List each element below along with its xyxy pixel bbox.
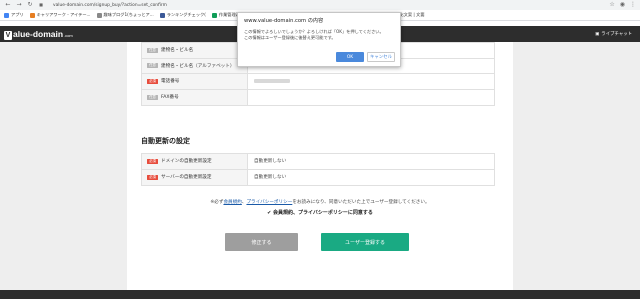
confirm-dialog: www.value-domain.com の内容 この情報でよろしいでしょうか？…: [237, 12, 401, 67]
bookmark-label: キャリアワーク - アイテー...: [36, 12, 91, 17]
renewal-section-title: 自動更新の設定: [141, 137, 190, 145]
dialog-ok-button[interactable]: OK: [336, 52, 364, 62]
dialog-title: www.value-domain.com の内容: [244, 18, 324, 24]
row-value-cell: 自動更新しない: [248, 170, 494, 186]
logo-suffix: .com: [64, 33, 73, 38]
row-label-cell: 任意 FAX番号: [142, 89, 248, 105]
terms-notice: ※必ず会員規約、プライバシーポリシーをお読みになり、同意いただいた上でユーザー登…: [0, 199, 640, 205]
table-row: 任意 FAX番号: [142, 89, 494, 106]
redacted-value: [254, 79, 290, 84]
live-chat-link[interactable]: ▣ ライブチャット: [595, 31, 632, 38]
bookmark-favicon-icon: [4, 12, 9, 18]
bookmark-favicon-icon: [211, 12, 217, 18]
row-label: FAX番号: [161, 95, 179, 101]
logo-v: V: [4, 31, 12, 40]
value-domain-logo[interactable]: V alue-domain .com: [4, 29, 73, 40]
row-value: 自動更新しない: [254, 159, 287, 165]
table-row: 必須 サーバーの自動更新設定 自動更新しない: [142, 169, 494, 186]
chat-icon: ▣: [595, 31, 600, 37]
register-user-button[interactable]: ユーザー登録する: [321, 233, 409, 251]
site-footer: [0, 290, 640, 299]
row-label-cell: 任意 建物名・ビル名（アルファベット）: [142, 58, 248, 73]
bookmark-item[interactable]: 趣味ブログ1(ちょっとア...: [96, 12, 154, 18]
live-chat-label: ライブチャット: [601, 32, 632, 37]
renewal-table: 必須 ドメインの自動更新設定 自動更新しない 必須 サーバーの自動更新設定 自動更新しない: [141, 153, 495, 186]
notice-prefix: ※必ず: [210, 200, 224, 205]
bookmark-label: アプリ: [11, 12, 24, 17]
menu-icon[interactable]: ⋮: [630, 1, 636, 8]
row-value-cell: 自動更新しない: [248, 154, 494, 169]
row-label: 電話番号: [161, 79, 180, 85]
browser-address-bar: ← → ↻ ■ value-domain.com/signup_buy/?act…: [0, 0, 640, 10]
terms-link[interactable]: 会員規約: [223, 200, 241, 205]
row-label-cell: 任意 建物名・ビル名: [142, 43, 248, 58]
dialog-message: この情報でよろしいでしょうか？よろしければ「OK」を押してください。 この情報は…: [244, 29, 396, 41]
optional-badge: 任意: [147, 63, 158, 69]
row-value-cell: [248, 74, 494, 89]
dialog-line-2: この情報はユーザー登録後に後替え更可能です。: [244, 35, 336, 40]
bookmark-favicon-icon: [159, 12, 165, 18]
row-value: 自動更新しない: [254, 175, 287, 181]
dialog-cancel-button[interactable]: キャンセル: [367, 52, 395, 62]
logo-text: alue-domain: [13, 29, 64, 39]
row-label: 建物名・ビル名: [161, 48, 194, 54]
required-badge: 必須: [147, 78, 158, 84]
lock-icon: ■: [39, 2, 43, 7]
row-label: サーバーの自動更新設定: [161, 175, 212, 181]
notice-suffix: をお読みになり、同意いただいた上でユーザー登録してください。: [292, 200, 430, 205]
bookmark-label: ランキングチェック(: [166, 12, 206, 17]
row-label-cell: 必須 サーバーの自動更新設定: [142, 169, 248, 185]
row-label: 建物名・ビル名（アルファベット）: [161, 63, 235, 69]
bookmark-favicon-icon: [96, 12, 102, 18]
bookmark-label: 趣味ブログ1(ちょっとア...: [103, 12, 154, 17]
row-label-cell: 必須 ドメインの自動更新設定: [142, 154, 248, 169]
required-badge: 必須: [147, 158, 158, 164]
reload-icon[interactable]: ↻: [27, 0, 33, 10]
table-row: 必須 電話番号: [142, 74, 494, 90]
required-badge: 必須: [147, 174, 158, 180]
bookmark-item[interactable]: キャリアワーク - アイテー...: [29, 12, 91, 18]
forward-arrow-icon[interactable]: →: [16, 0, 22, 10]
extension-icon[interactable]: ◉: [620, 1, 625, 8]
row-label-cell: 必須 電話番号: [142, 74, 248, 89]
url-field[interactable]: value-domain.com/signup_buy/?action=set_…: [53, 3, 167, 8]
optional-badge: 任意: [147, 47, 158, 53]
edit-button[interactable]: 修正する: [225, 233, 298, 251]
back-arrow-icon[interactable]: ←: [5, 0, 11, 10]
bookmark-favicon-icon: [29, 12, 35, 18]
bookmark-item[interactable]: ランキングチェック(: [159, 12, 206, 18]
bookmark-item[interactable]: アプリ: [4, 12, 24, 18]
table-row: 必須 ドメインの自動更新設定 自動更新しない: [142, 154, 494, 170]
left-gutter: [0, 42, 127, 299]
right-gutter: [513, 42, 640, 299]
agree-checkbox-label[interactable]: ✔ 会員規約、プライバシーポリシーに同意する: [0, 209, 640, 216]
row-label: ドメインの自動更新設定: [161, 159, 212, 165]
privacy-link[interactable]: プライバシーポリシー: [246, 200, 292, 205]
row-value-cell: [248, 90, 494, 106]
optional-badge: 任意: [147, 94, 158, 100]
star-icon[interactable]: ☆: [609, 1, 614, 8]
